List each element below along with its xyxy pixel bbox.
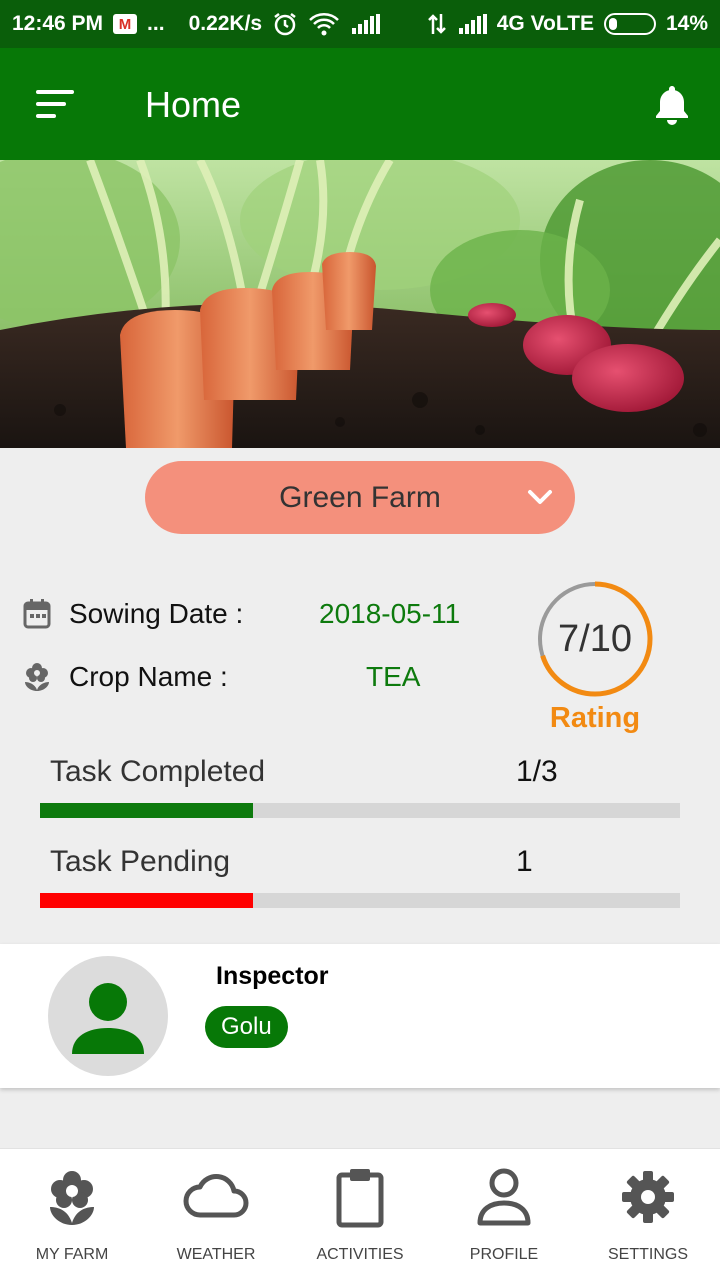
hero-vegetable-image [0,160,720,448]
gear-icon [622,1171,674,1223]
task-completed-fill [40,803,254,818]
sowing-date-label: Sowing Date : [69,598,244,629]
status-bar: 12:46 PM M ... 0.22K/s 4G VoLTE 14% [0,0,720,48]
status-time: 12:46 PM [12,12,104,35]
task-pending-bar [40,893,680,908]
farm-dropdown-label: Green Farm [279,480,441,514]
app-bar: Home [0,48,720,160]
nav-activities-label: ACTIVITIES [316,1246,404,1263]
inspector-card: Inspector Golu [0,944,720,1088]
task-pending-fill [40,893,254,908]
battery-icon [603,13,656,35]
inspector-name-chip[interactable]: Golu [205,1006,288,1048]
gmail-icon: M [113,14,138,34]
flower-icon [25,663,49,691]
calendar-icon [23,599,51,629]
sort-menu-icon[interactable] [36,90,76,120]
chevron-down-icon[interactable] [527,487,553,507]
flower-icon [50,1171,94,1225]
crop-name-value: TEA [366,661,421,692]
nav-profile[interactable]: PROFILE [432,1149,576,1280]
data-transfer-icon [427,14,446,34]
rating-value: 7/10 [558,618,632,660]
signal-icon-2 [457,14,487,34]
task-completed-bar [40,803,680,818]
bottom-navigation: MY FARM WEATHER ACTIVITIES PROFILE SETTI… [0,1148,720,1280]
sowing-date-value: 2018-05-11 [319,598,461,629]
nav-profile-label: PROFILE [469,1246,539,1263]
network-speed: 0.22K/s [188,12,263,35]
avatar [48,956,168,1076]
page-title: Home [145,84,242,125]
network-type: 4G VoLTE [496,12,594,35]
nav-my-farm-label: MY FARM [35,1246,109,1263]
alarm-icon [274,13,296,36]
farm-dropdown[interactable]: Green Farm [145,461,575,534]
person-icon [72,983,144,1054]
crop-name-label: Crop Name : [69,661,228,692]
nav-activities[interactable]: ACTIVITIES [288,1149,432,1280]
battery-level: 14% [665,12,708,35]
inspector-heading: Inspector [216,962,329,990]
nav-weather-label: WEATHER [176,1246,256,1263]
nav-settings-label: SETTINGS [607,1246,688,1263]
status-dots: ... [147,12,165,35]
task-pending-label: Task Pending [50,845,231,878]
cloud-icon [183,1174,249,1218]
person-icon [477,1168,531,1226]
bell-icon[interactable] [652,82,692,126]
wifi-icon [309,13,339,36]
task-pending-value: 1 [516,845,533,878]
task-completed-value: 1/3 [516,755,558,788]
nav-weather[interactable]: WEATHER [144,1149,288,1280]
nav-settings[interactable]: SETTINGS [576,1149,720,1280]
clipboard-icon [336,1169,384,1228]
signal-icon [350,14,381,34]
task-completed-label: Task Completed [50,755,266,788]
rating-label: Rating [549,702,641,734]
nav-my-farm[interactable]: MY FARM [0,1149,144,1280]
